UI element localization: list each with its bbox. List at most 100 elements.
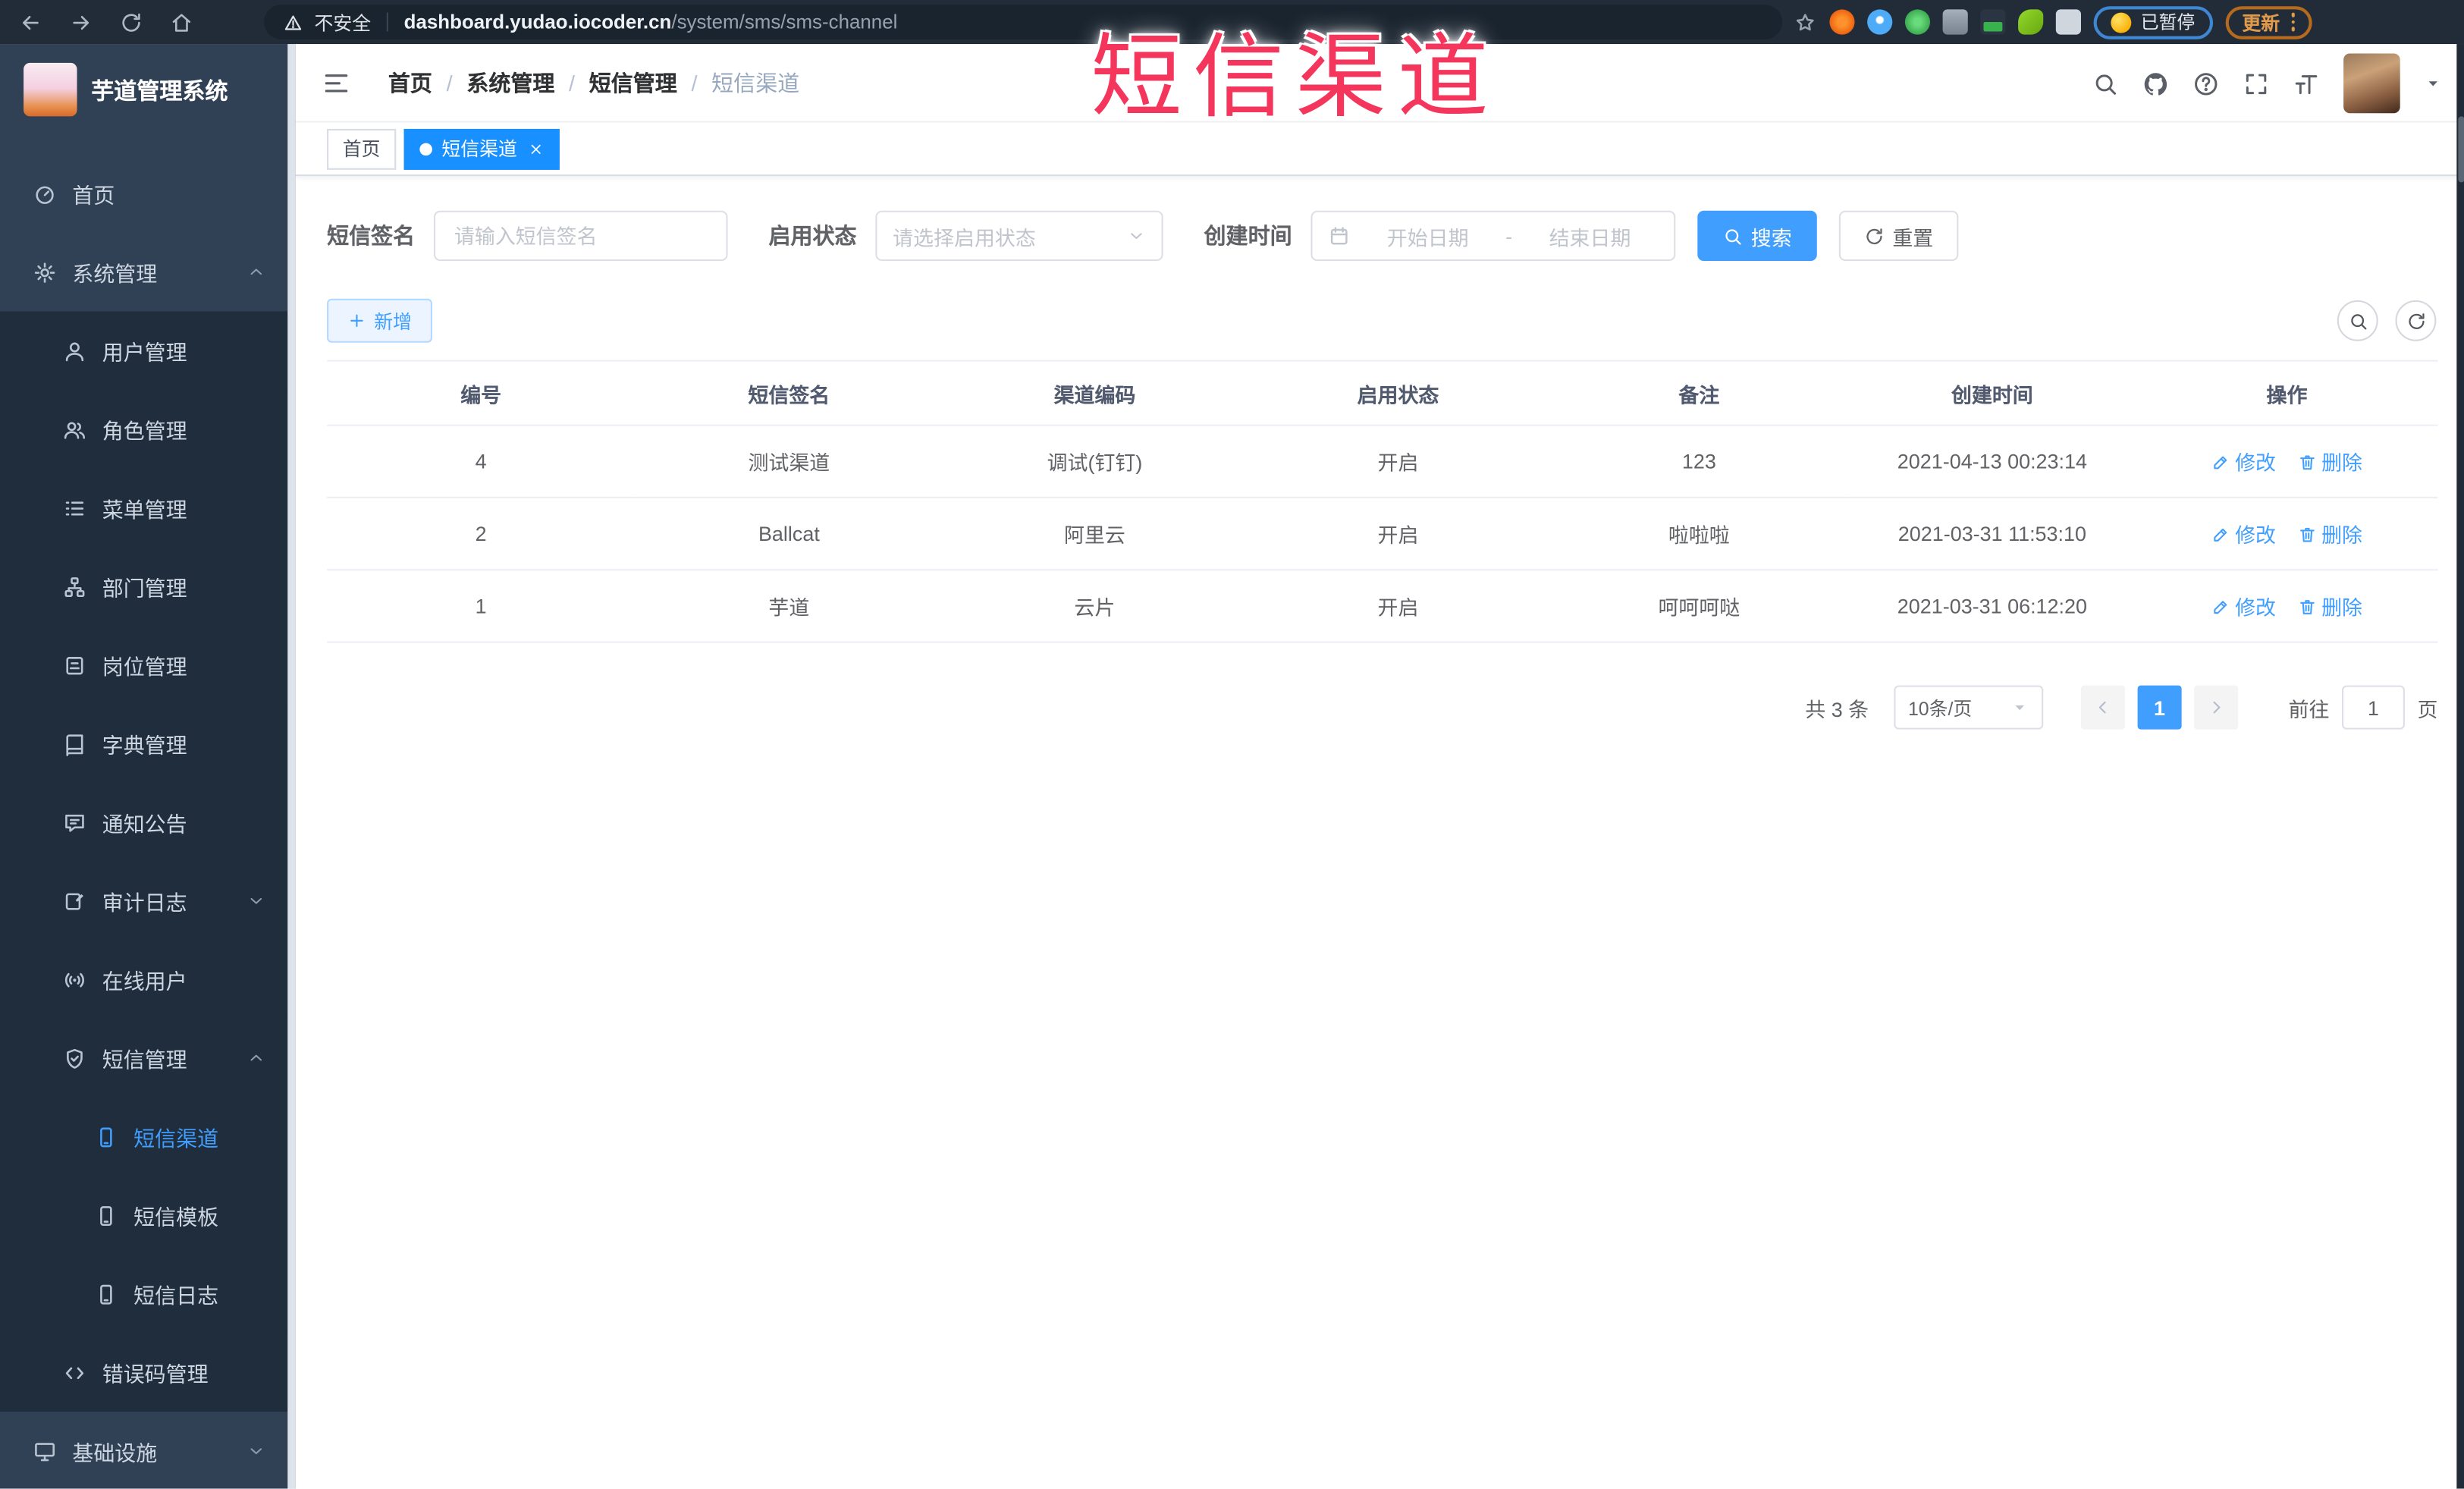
delete-link[interactable]: 删除 — [2298, 591, 2362, 620]
refresh-table-button[interactable] — [2395, 300, 2437, 341]
sidebar-item-通知公告[interactable]: 通知公告 — [0, 783, 288, 862]
next-page-button[interactable] — [2194, 685, 2239, 730]
sidebar-item-系统管理[interactable]: 系统管理 — [0, 233, 287, 312]
sidebar-item-短信日志[interactable]: 短信日志 — [0, 1254, 288, 1334]
sidebar-item-label: 在线用户 — [102, 969, 187, 994]
reset-button[interactable]: 重置 — [1838, 210, 1959, 262]
breadcrumb-item-系统管理[interactable]: 系统管理 — [466, 68, 554, 99]
book-icon — [63, 732, 86, 755]
sidebar-item-部门管理[interactable]: 部门管理 — [0, 547, 288, 626]
sidebar-item-字典管理[interactable]: 字典管理 — [0, 704, 288, 784]
tab-首页[interactable]: 首页 — [327, 127, 397, 169]
sign-filter-label: 短信签名 — [327, 223, 416, 249]
sidebar-item-label: 审计日志 — [102, 891, 187, 916]
table-cell: 2 — [327, 497, 636, 571]
ext-puzzle-icon[interactable] — [2055, 9, 2081, 35]
paused-label: 已暂停 — [2140, 14, 2196, 33]
paused-extension-badge[interactable]: 已暂停 — [2093, 5, 2213, 39]
address-bar[interactable]: 不安全 dashboard.yudao.iocoder.cn/system/sm… — [264, 5, 1783, 39]
sidebar-item-用户管理[interactable]: 用户管理 — [0, 311, 288, 390]
sidebar-item-错误码管理[interactable]: 错误码管理 — [0, 1333, 288, 1412]
browser-reload-button[interactable] — [120, 10, 143, 33]
edit-label: 修改 — [2235, 595, 2276, 620]
toggle-search-button[interactable] — [2337, 300, 2378, 341]
browser-home-button[interactable] — [170, 10, 193, 33]
sidebar-scrollbar[interactable] — [287, 44, 296, 1489]
browser-update-button[interactable]: 更新 — [2224, 5, 2312, 39]
table-cell: 呵呵呵哒 — [1549, 570, 1849, 643]
status-select-placeholder: 请选择启用状态 — [893, 225, 1036, 250]
sign-filter-input[interactable] — [434, 210, 728, 262]
scrollbar-thumb[interactable] — [2457, 116, 2464, 183]
chevron-down-icon — [246, 1441, 265, 1460]
sidebar-item-label: 角色管理 — [102, 419, 187, 444]
sidebar-item-短信渠道[interactable]: 短信渠道 — [0, 1097, 288, 1176]
browser-forward-button[interactable] — [69, 10, 93, 33]
search-icon — [2347, 310, 2368, 331]
sidebar-item-短信管理[interactable]: 短信管理 — [0, 1018, 288, 1098]
sidebar-logo-row: 芋道管理系统 — [0, 44, 296, 135]
online-users-icon — [63, 968, 86, 991]
table-cell-actions: 修改 删除 — [2136, 425, 2438, 498]
sidebar-item-首页[interactable]: 首页 — [0, 154, 287, 233]
sidebar-item-label: 短信日志 — [133, 1284, 219, 1308]
sidebar-item-角色管理[interactable]: 角色管理 — [0, 389, 288, 469]
table-cell: 开启 — [1246, 497, 1550, 571]
close-icon[interactable] — [528, 140, 544, 156]
goto-page-input[interactable] — [2341, 685, 2405, 730]
breadcrumb: 首页 / 系统管理 / 短信管理 / 短信渠道 — [388, 44, 799, 123]
end-date-placeholder: 结束日期 — [1549, 225, 1631, 250]
font-size-icon[interactable] — [2293, 70, 2320, 96]
ext-check-icon[interactable] — [1904, 9, 1931, 35]
question-icon[interactable] — [2192, 70, 2219, 96]
refresh-icon — [1864, 225, 1885, 246]
sidebar-item-短信模板[interactable]: 短信模板 — [0, 1176, 288, 1255]
prev-page-button[interactable] — [2080, 685, 2125, 730]
header-actions — [2092, 44, 2442, 123]
delete-link[interactable]: 删除 — [2298, 519, 2362, 548]
bookmark-star-icon[interactable] — [1794, 10, 1817, 33]
breadcrumb-item-首页[interactable]: 首页 — [388, 68, 432, 99]
ext-orange-icon[interactable] — [1829, 9, 1855, 35]
add-button[interactable]: 新增 — [327, 298, 432, 343]
table-cell: 2021-04-13 00:23:14 — [1848, 425, 2136, 498]
breadcrumb-item-短信管理[interactable]: 短信管理 — [589, 68, 677, 99]
search-icon[interactable] — [2092, 70, 2118, 96]
sidebar-item-基础设施[interactable]: 基础设施 — [0, 1412, 287, 1489]
sidebar-item-label: 菜单管理 — [102, 498, 187, 523]
table-cell: 啦啦啦 — [1549, 497, 1849, 571]
ext-grid-icon[interactable] — [1942, 9, 1968, 35]
edit-link[interactable]: 修改 — [2211, 447, 2276, 476]
search-button[interactable]: 搜索 — [1697, 210, 1817, 262]
sidebar-item-在线用户[interactable]: 在线用户 — [0, 940, 288, 1019]
sidebar-item-菜单管理[interactable]: 菜单管理 — [0, 468, 288, 548]
delete-icon — [2298, 597, 2317, 616]
github-icon[interactable] — [2142, 70, 2169, 96]
sidebar-item-审计日志[interactable]: 审计日志 — [0, 861, 288, 941]
caret-down-icon[interactable] — [2424, 74, 2443, 93]
search-button-label: 搜索 — [1750, 225, 1792, 250]
browser-menu-icon — [2290, 13, 2295, 31]
ext-screen-icon[interactable] — [1980, 9, 2006, 35]
table-toolbar: 新增 — [327, 298, 2464, 343]
ext-pin-icon[interactable] — [1867, 9, 1893, 35]
hamburger-icon[interactable] — [322, 69, 350, 97]
delete-link[interactable]: 删除 — [2298, 447, 2362, 476]
page-size-select[interactable]: 10条/页 — [1894, 685, 2044, 730]
browser-back-button[interactable] — [19, 10, 42, 33]
column-header-启用状态: 启用状态 — [1246, 360, 1550, 426]
pagination: 共 3 条 10条/页 1 前往 页 — [327, 685, 2438, 730]
ext-leaf-icon[interactable] — [2018, 9, 2044, 35]
page-unit-label: 页 — [2417, 697, 2438, 721]
status-filter-select[interactable]: 请选择启用状态 — [875, 210, 1163, 262]
avatar[interactable] — [2343, 53, 2400, 114]
date-range-picker[interactable]: 开始日期 - 结束日期 — [1310, 210, 1676, 262]
edit-link[interactable]: 修改 — [2211, 591, 2276, 620]
fullscreen-icon[interactable] — [2243, 70, 2269, 96]
phone-icon — [94, 1125, 118, 1148]
edit-link[interactable]: 修改 — [2211, 519, 2276, 548]
page-number-button[interactable]: 1 — [2137, 685, 2182, 730]
sidebar-item-岗位管理[interactable]: 岗位管理 — [0, 625, 288, 705]
table-header-row: 编号 短信签名 渠道编码 启用状态 备注 创建时间 操作 — [327, 360, 2438, 426]
tab-短信渠道[interactable]: 短信渠道 — [403, 127, 560, 169]
